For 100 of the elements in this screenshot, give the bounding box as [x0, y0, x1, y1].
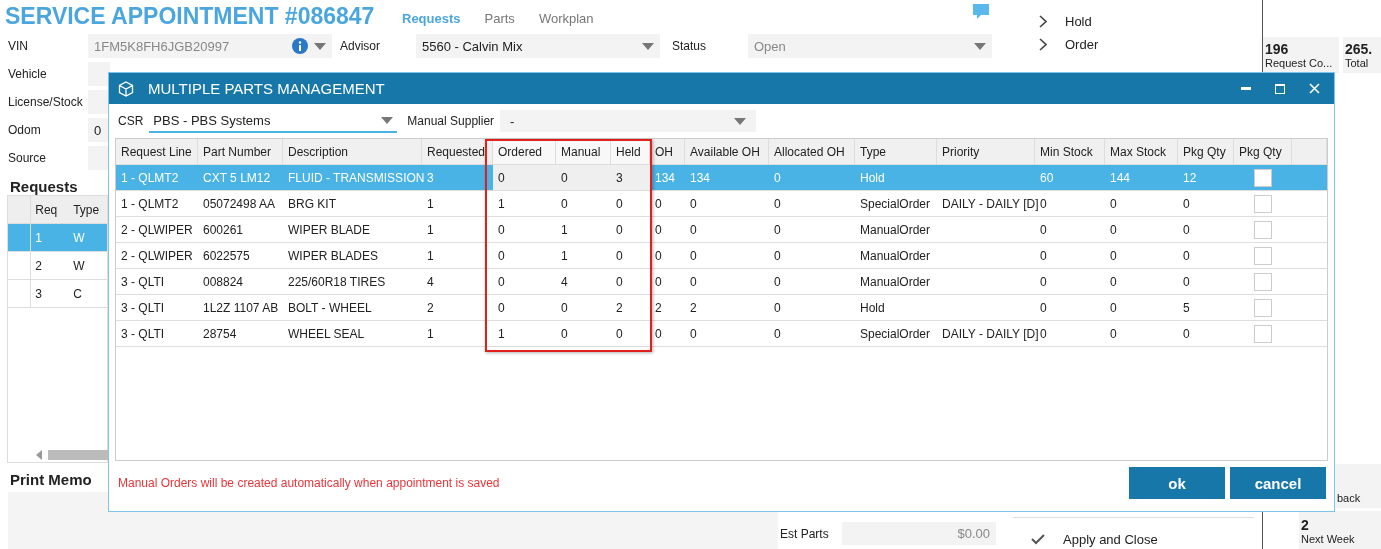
card-label: back [1337, 492, 1362, 504]
cancel-button[interactable]: cancel [1230, 467, 1326, 499]
column-header: Type [72, 202, 101, 217]
chat-icon[interactable] [973, 4, 989, 20]
table-cell-text: 0 [560, 195, 569, 213]
column-header[interactable]: Description [283, 139, 422, 164]
maximize-icon[interactable] [1275, 83, 1285, 94]
field-label: Est Parts [780, 526, 830, 541]
table-cell-text: 0 [773, 273, 782, 291]
checkbox[interactable] [1254, 220, 1272, 239]
tree-item[interactable]: Hold [1065, 14, 1092, 29]
table-cell-text: 0 [1109, 247, 1118, 265]
page-tab[interactable]: Parts [484, 10, 515, 26]
table-row[interactable]: 3 - QLTI 008824 225/60R18 TIRES 4 0 4 0 0 0 0 ManualOrder 0 0 0 [116, 269, 1327, 295]
column-header[interactable]: Allocated OH [769, 139, 855, 164]
checkbox[interactable] [1254, 272, 1272, 291]
table-cell-text: 0 [615, 247, 624, 265]
checkbox[interactable] [1254, 168, 1272, 187]
column-header[interactable]: OH [650, 139, 685, 164]
table-cell-text: 1L2Z 1107 AB [202, 299, 280, 317]
table-row[interactable]: 3 - QLTI 1L2Z 1107 AB BOLT - WHEEL 2 0 0 2 2 2 0 Hold 0 0 5 [116, 295, 1327, 321]
table-cell-text: 1 [34, 230, 43, 245]
scrollbar-thumb[interactable] [48, 450, 108, 460]
table-row[interactable]: 1 - QLMT2 05072498 AA BRG KIT 1 1 0 0 0 0 0 SpecialOrder DAILY - DAILY [D]0 0 0 [116, 191, 1327, 217]
table-cell-text: 0 [560, 325, 569, 343]
table-cell-text: 0 [689, 221, 698, 239]
table-cell-text: 008824 [202, 273, 245, 291]
table-row[interactable]: 1 - QLMT2 CXT 5 LM12 FLUID - TRANSMISSION 3 0 0 3 134 134 0 Hold 60 144 12 [116, 165, 1327, 191]
request-row[interactable]: 2 W [8, 252, 107, 280]
table-cell-text: 144 [1109, 169, 1132, 187]
chevron-right-icon[interactable] [1039, 38, 1047, 51]
table-cell-text: SpecialOrder [859, 325, 932, 343]
column-header[interactable]: Manual [556, 139, 611, 164]
table-cell-text: 0 [1182, 325, 1191, 343]
section-heading: Print Memo [9, 471, 93, 488]
advisor-dropdown[interactable]: 5560 - Calvin Mix [416, 34, 660, 58]
apply-and-close-button[interactable]: Apply and Close [1063, 532, 1158, 547]
check-icon[interactable] [1031, 534, 1045, 545]
table-cell-text: 0 [773, 299, 782, 317]
column-header: Req [34, 202, 59, 217]
table-cell-text: 0 [615, 325, 624, 343]
warning-message: Manual Orders will be created automatically when appointment is saved [118, 476, 500, 490]
table-cell-text: WIPER BLADES [287, 247, 380, 265]
column-header[interactable]: Priority [937, 139, 1035, 164]
stat-value: 196 [1265, 41, 1290, 57]
ok-button[interactable]: ok [1129, 467, 1225, 499]
column-header[interactable]: Type [855, 139, 937, 164]
caret-icon [314, 42, 326, 50]
column-header[interactable]: Part Number [198, 139, 283, 164]
tree-item[interactable]: Order [1065, 37, 1099, 52]
table-cell-text: 0 [689, 325, 698, 343]
odometer-field[interactable]: 0 [88, 118, 110, 142]
supplier-dropdown[interactable]: - [500, 110, 757, 132]
table-cell-text: 3 [426, 169, 435, 187]
close-icon[interactable] [1309, 83, 1320, 94]
table-cell-text: 0 [1109, 273, 1118, 291]
scroll-left-icon[interactable] [36, 450, 42, 460]
table-row[interactable]: 3 - QLTI 28754 WHEEL SEAL 1 1 0 0 0 0 0 SpecialOrder DAILY - DAILY [D]0 0 0 [116, 321, 1327, 347]
table-cell-text: 1 - QLMT2 [120, 195, 180, 213]
table-cell-text: 0 [1182, 247, 1191, 265]
table-row[interactable]: 2 - QLWIPER 600261 WIPER BLADE 1 0 1 0 0 0 0 ManualOrder 0 0 0 [116, 217, 1327, 243]
table-cell-text: 1 [497, 325, 506, 343]
table-row[interactable]: 2 - QLWIPER 6022575 WIPER BLADES 1 0 1 0 0 0 0 ManualOrder 0 0 0 [116, 243, 1327, 269]
column-header[interactable]: Max Stock [1105, 139, 1178, 164]
checkbox[interactable] [1254, 246, 1272, 265]
table-cell-text: SpecialOrder [859, 195, 932, 213]
checkbox[interactable] [1254, 298, 1272, 317]
table-cell: 0 [493, 165, 556, 190]
table-cell-text: 134 [689, 169, 712, 187]
column-header[interactable]: Available OH [685, 139, 769, 164]
request-row[interactable]: 3 C [8, 280, 107, 308]
input-field[interactable] [88, 146, 110, 170]
table-cell-text: 0 [615, 221, 624, 239]
input-field[interactable] [88, 62, 110, 86]
table-cell-text: 1 [426, 195, 435, 213]
table-cell-text: 0 [497, 221, 506, 239]
column-header[interactable]: Min Stock [1035, 139, 1105, 164]
page-tab[interactable]: Workplan [538, 10, 594, 26]
input-field[interactable] [88, 90, 110, 114]
csr-dropdown[interactable]: PBS - PBS Systems [149, 109, 398, 133]
column-header[interactable]: Pkg Qty [1234, 139, 1292, 164]
table-cell-text: 0 [773, 195, 782, 213]
table-cell-text: 0 [1039, 247, 1048, 265]
column-header[interactable]: Request Line [116, 139, 198, 164]
table-cell-text: 0 [654, 221, 663, 239]
table-cell-text: ManualOrder [859, 273, 932, 291]
chevron-right-icon[interactable] [1039, 15, 1047, 28]
table-cell-text: 0 [615, 195, 624, 213]
column-header[interactable]: Pkg Qty [1178, 139, 1234, 164]
table-cell-text: BRG KIT [287, 195, 337, 213]
table-cell-text: 0 [689, 273, 698, 291]
column-header[interactable]: Ordered [493, 139, 556, 164]
checkbox[interactable] [1254, 324, 1272, 343]
caret-icon [381, 116, 394, 124]
column-header[interactable]: Held [611, 139, 650, 164]
table-cell-text: Hold [859, 169, 886, 187]
table-cell-text: 0 [654, 195, 663, 213]
table-cell-text: 2 [426, 299, 435, 317]
table-cell-text: 225/60R18 TIRES [287, 273, 387, 291]
checkbox[interactable] [1254, 194, 1272, 213]
